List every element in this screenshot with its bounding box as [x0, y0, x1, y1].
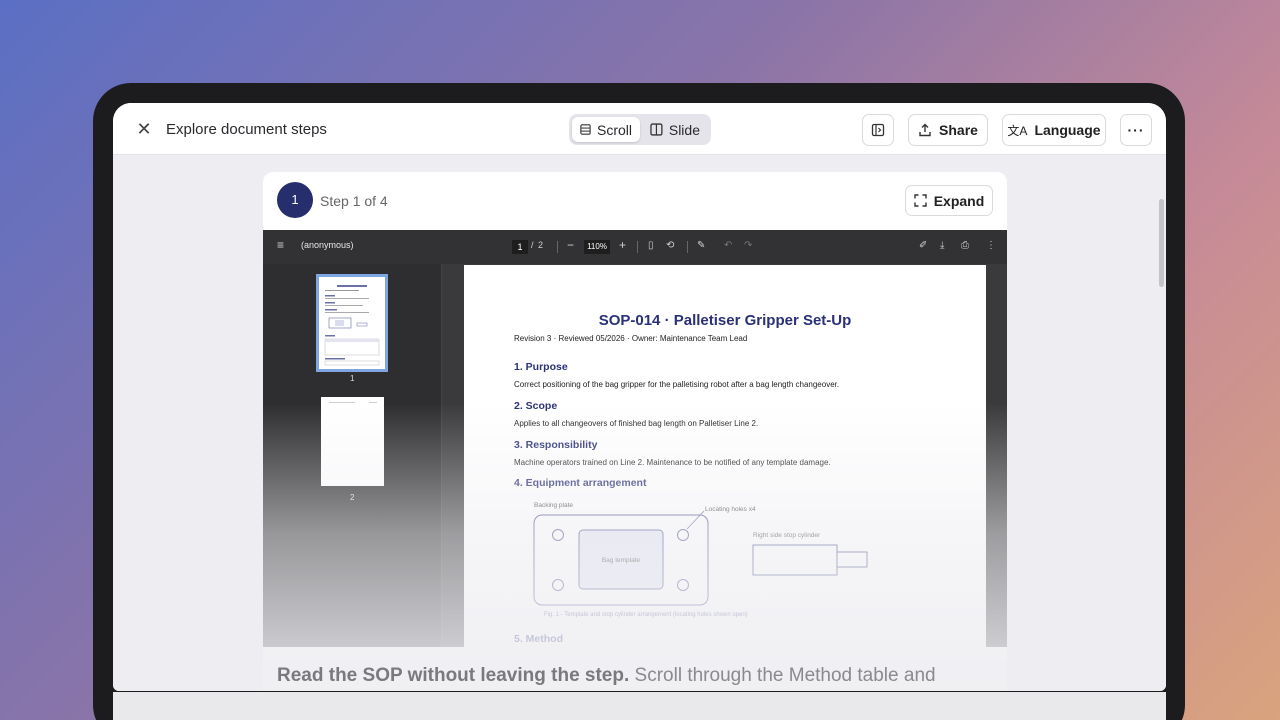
language-label: Language [1034, 122, 1101, 138]
leader-line [686, 510, 705, 530]
page-number-input[interactable]: 1 [512, 240, 528, 254]
bag-template-label: Bag template [602, 557, 641, 564]
slide-mode-button[interactable]: Slide [642, 117, 708, 142]
backing-plate-label: Backing plate [534, 502, 573, 509]
pdf-filename: (anonymous) [301, 240, 354, 250]
scroll-mode-button[interactable]: Scroll [572, 117, 640, 142]
columns-icon [650, 123, 663, 136]
view-mode-toggle: Scroll Slide [569, 114, 711, 145]
step-description: Read the SOP without leaving the step. S… [277, 665, 936, 687]
locating-holes-label: Locating holes x4 [705, 506, 756, 513]
locating-hole [677, 579, 689, 591]
thumbnail-label-2: 2 [350, 493, 355, 502]
share-button[interactable]: Share [908, 114, 988, 146]
more-options-button[interactable]: ··· [1120, 114, 1152, 146]
locating-hole [552, 529, 564, 541]
thumbnail-sidebar: 1 2 [263, 264, 442, 647]
section-heading: 3. Responsibility [514, 439, 598, 451]
zoom-level[interactable]: 110% [584, 240, 610, 254]
download-icon[interactable]: ⤓ [940, 240, 944, 251]
page-preview [324, 285, 380, 366]
section-body: Machine operators trained on Line 2. Mai… [514, 458, 831, 467]
redo-icon[interactable]: ↷ [744, 240, 752, 251]
toggle-panel-button[interactable] [862, 114, 894, 146]
stop-cylinder-label: Right side stop cylinder [753, 532, 821, 539]
figure-caption: Fig. 1 - Template and stop cylinder arra… [544, 612, 748, 618]
page-separator: / [531, 240, 534, 250]
document-page: SOP-014 · Palletiser Gripper Set-Up Revi… [464, 265, 986, 647]
section-heading: 5. Method [514, 633, 563, 645]
ellipsis-icon: ··· [1127, 122, 1145, 138]
equipment-diagram: Backing plate Bag template Locating hole… [533, 502, 868, 618]
fit-page-icon[interactable]: ▯ [648, 240, 654, 251]
document-title: SOP-014 · Palletiser Gripper Set-Up [598, 312, 852, 329]
rows-icon [580, 124, 591, 135]
undo-icon[interactable]: ↶ [724, 240, 732, 251]
rotate-icon[interactable]: ⟲ [666, 240, 674, 251]
share-label: Share [939, 122, 978, 138]
sidebar-panel-icon [871, 123, 885, 137]
step-counter: Step 1 of 4 [320, 193, 388, 209]
more-vertical-icon[interactable]: ⋮ [986, 240, 996, 251]
app-window: ✕ Explore document steps Scroll Slide Sh… [113, 103, 1166, 691]
document-meta: Revision 3 · Reviewed 05/2026 · Owner: M… [514, 334, 748, 343]
toolbar-divider [557, 241, 558, 253]
section-body: Correct positioning of the bag gripper f… [514, 380, 840, 389]
section-heading: 4. Equipment arrangement [514, 477, 647, 489]
step-number-badge: 1 [277, 182, 313, 218]
page-title: Explore document steps [166, 121, 327, 138]
toolbar-divider [687, 241, 688, 253]
zoom-out-button[interactable]: − [567, 238, 574, 252]
pdf-viewer: ≡ (anonymous) 1 / 2 − 110% + ▯ ⟲ ✎ ↶ ↷ ✐… [263, 230, 1007, 647]
stop-cylinder-body [752, 544, 838, 576]
annotate-icon[interactable]: ✎ [697, 240, 705, 251]
close-button[interactable]: ✕ [135, 119, 153, 139]
expand-icon [914, 194, 927, 207]
page-thumbnail-2[interactable] [321, 397, 384, 486]
total-pages: 2 [538, 240, 544, 250]
section-heading: 1. Purpose [514, 361, 568, 373]
toolbar-divider [637, 241, 638, 253]
expand-label: Expand [933, 192, 985, 209]
section-heading: 2. Scope [514, 400, 558, 412]
lower-panel [113, 692, 1166, 720]
locating-hole [552, 579, 564, 591]
upload-icon [919, 123, 931, 137]
print-icon[interactable]: ⎙ [961, 240, 969, 251]
locating-hole [677, 529, 689, 541]
scroll-mode-label: Scroll [596, 121, 632, 138]
page-preview [329, 402, 377, 403]
language-button[interactable]: 文A Language [1002, 114, 1106, 146]
expand-button[interactable]: Expand [905, 185, 993, 216]
scrollbar[interactable] [1159, 199, 1164, 287]
step-description-bold: Read the SOP without leaving the step. [277, 665, 630, 686]
menu-icon[interactable]: ≡ [277, 238, 284, 252]
section-body: Applies to all changeovers of finished b… [514, 419, 759, 428]
slide-mode-label: Slide [668, 121, 700, 138]
zoom-in-button[interactable]: + [619, 238, 626, 252]
step-description-rest: Scroll through the Method table and [629, 665, 936, 686]
translate-icon: 文A [1007, 123, 1028, 138]
top-bar: ✕ Explore document steps Scroll Slide Sh… [113, 103, 1166, 155]
pdf-toolbar: ≡ (anonymous) 1 / 2 − 110% + ▯ ⟲ ✎ ↶ ↷ ✐… [263, 230, 1007, 264]
highlight-icon[interactable]: ✐ [919, 240, 927, 251]
stop-cylinder-rod [836, 551, 868, 568]
page-thumbnail-1[interactable] [316, 274, 388, 372]
thumbnail-label-1: 1 [350, 374, 355, 383]
